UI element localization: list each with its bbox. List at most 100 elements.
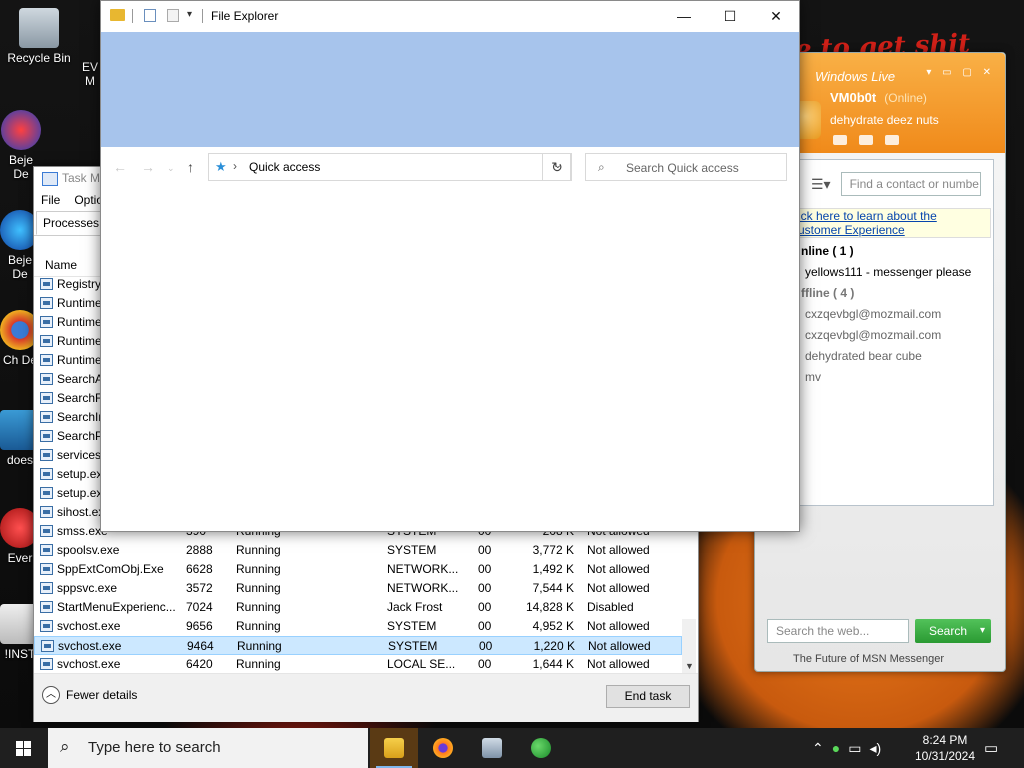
explorer-ribbon	[101, 32, 799, 147]
chevron-right-icon[interactable]: ›	[233, 159, 237, 173]
chevron-up-icon: ︿	[42, 686, 60, 704]
desktop-icon-recycle-bin[interactable]: Recycle Bin	[0, 8, 78, 65]
find-contact-input[interactable]: Find a contact or numbe	[840, 172, 981, 196]
new-folder-icon[interactable]	[167, 9, 179, 22]
notification-icon[interactable]: ▭	[984, 739, 998, 757]
process-cpu: 00	[478, 657, 492, 671]
recycle-bin-icon	[19, 8, 59, 48]
menu-file[interactable]: File	[41, 189, 60, 211]
search-icon: ⌕	[598, 160, 605, 174]
process-status: Running	[236, 581, 281, 595]
process-name: svchost.exe	[58, 639, 122, 653]
up-arrow-icon[interactable]: ↑	[187, 159, 194, 175]
process-name: Runtime	[57, 334, 102, 348]
table-row[interactable]: svchost.exe 9656 Running SYSTEM 00 4,952 K Not…	[34, 617, 682, 636]
divider	[202, 9, 203, 23]
globe-icon[interactable]	[885, 135, 899, 145]
taskbar-task-manager[interactable]	[468, 728, 516, 768]
msn-user-line[interactable]: VM0b0t (Online)	[830, 90, 927, 105]
process-icon	[40, 525, 53, 537]
process-memory: 1,492 K	[532, 562, 574, 576]
process-user: SYSTEM	[387, 543, 437, 557]
taskbar-firefox[interactable]	[419, 728, 467, 768]
info-link[interactable]: ustomer Experience	[794, 223, 990, 237]
window-title: File Explorer	[211, 9, 279, 23]
start-button[interactable]	[0, 728, 48, 768]
info-link[interactable]: ick here to learn about the	[794, 209, 990, 223]
msn-status: (Online)	[884, 91, 927, 105]
msn-personal-message[interactable]: dehydrate deez nuts	[830, 113, 939, 127]
process-pid: 2888	[186, 543, 213, 557]
process-name: SearchFi	[57, 391, 106, 405]
properties-icon[interactable]	[144, 9, 156, 22]
file-explorer-window[interactable]: ▾ File Explorer — ☐ ✕ ← → ⌄ ↑ ★ › Quick …	[100, 0, 800, 532]
task-manager-footer: ︿ Fewer details End task	[34, 673, 698, 722]
chevron-up-icon[interactable]: ⌃	[812, 740, 824, 757]
process-table-scrollbar[interactable]: ▼	[682, 619, 696, 673]
column-name[interactable]: Name	[45, 258, 77, 272]
process-pid: 9464	[187, 639, 214, 653]
maximize-button[interactable]: ☐	[707, 1, 753, 32]
user-process-icon	[40, 430, 53, 442]
customize-toolbar-icon[interactable]: ▾	[187, 9, 192, 20]
process-icon	[40, 658, 53, 670]
clock[interactable]: 8:24 PM 10/31/2024	[912, 732, 978, 764]
contact-item[interactable]: cxzqevbgl@mozmail.com	[805, 328, 941, 342]
quick-access-star-icon: ★	[215, 159, 227, 174]
contact-item[interactable]: cxzqevbgl@mozmail.com	[805, 307, 941, 321]
taskbar-messenger[interactable]	[517, 728, 565, 768]
contact-item[interactable]: mv	[805, 370, 821, 384]
process-name: SearchA	[57, 372, 104, 386]
process-icon	[40, 373, 53, 385]
process-name: svchost.exe	[57, 657, 121, 671]
search-box[interactable]: ⌕ Search Quick access	[585, 153, 787, 181]
scroll-down-icon[interactable]: ▼	[685, 661, 694, 671]
fewer-details-button[interactable]: ︿ Fewer details	[42, 686, 137, 704]
process-icon	[40, 449, 53, 461]
mail-icon[interactable]	[833, 135, 847, 145]
close-button[interactable]: ✕	[753, 1, 799, 32]
contact-item[interactable]: dehydrated bear cube	[805, 349, 922, 363]
desktop-icon-label: Recycle Bin	[7, 51, 71, 65]
messenger-tray-icon[interactable]: ●	[832, 740, 840, 756]
taskbar-search[interactable]: ⌕ Type here to search	[48, 728, 368, 768]
desktop-icon-label: Ch De	[2, 353, 37, 367]
network-icon[interactable]: ▭	[848, 740, 861, 757]
recent-locations-icon[interactable]: ⌄	[167, 163, 175, 174]
table-row[interactable]: svchost.exe 6420 Running LOCAL SE... 00 1,644…	[34, 655, 682, 674]
process-uac: Not allowed	[588, 639, 651, 653]
tab-processes[interactable]: Processes	[36, 211, 107, 235]
process-name: Runtime	[57, 296, 102, 310]
table-row[interactable]: StartMenuExperienc... 7024 Running Jack Fro…	[34, 598, 682, 617]
contact-item[interactable]: yellows111 - messenger please	[805, 265, 971, 279]
msn-username: VM0b0t	[830, 90, 877, 105]
process-name: spoolsv.exe	[57, 543, 120, 557]
group-offline[interactable]: ffline ( 4 )	[801, 286, 854, 300]
desktop-icon-ev[interactable]: EV M	[80, 60, 100, 88]
table-row[interactable]: SppExtComObj.Exe 6628 Running NETWORK... 00 1…	[34, 560, 682, 579]
process-status: Running	[236, 543, 281, 557]
table-row[interactable]: spoolsv.exe 2888 Running SYSTEM 00 3,772 K Not…	[34, 541, 682, 560]
process-pid: 6420	[186, 657, 213, 671]
table-row-selected[interactable]: svchost.exe 9464 Running SYSTEM 00 1,220 K Not…	[34, 636, 682, 655]
back-arrow-icon[interactable]: ←	[113, 159, 127, 175]
web-search-button[interactable]: Search	[915, 619, 991, 643]
msn-window-controls[interactable]: ▾ ▭ ▢ ✕	[926, 67, 995, 78]
table-row[interactable]: sppsvc.exe 3572 Running NETWORK... 00 7,544 K…	[34, 579, 682, 598]
process-memory: 4,952 K	[532, 619, 574, 633]
printer-icon	[40, 544, 53, 556]
forward-arrow-icon[interactable]: →	[141, 159, 155, 175]
volume-icon[interactable]: ◂)	[869, 740, 881, 757]
address-bar[interactable]: ★ › Quick access ⌄	[208, 153, 571, 181]
folder-icon[interactable]	[859, 135, 873, 145]
setup-icon	[40, 468, 53, 480]
taskbar-file-explorer[interactable]	[370, 728, 418, 768]
list-view-icon[interactable]: ☰▾	[811, 176, 831, 193]
menu-options[interactable]: Optio	[74, 189, 103, 211]
group-online[interactable]: nline ( 1 )	[801, 244, 854, 258]
end-task-button[interactable]: End task	[606, 685, 690, 708]
minimize-button[interactable]: —	[661, 1, 707, 32]
web-search-input[interactable]: Search the web...	[767, 619, 909, 643]
refresh-button[interactable]: ↻	[542, 153, 572, 181]
msn-findbar: ☰▾ Find a contact or numbe	[811, 172, 981, 196]
